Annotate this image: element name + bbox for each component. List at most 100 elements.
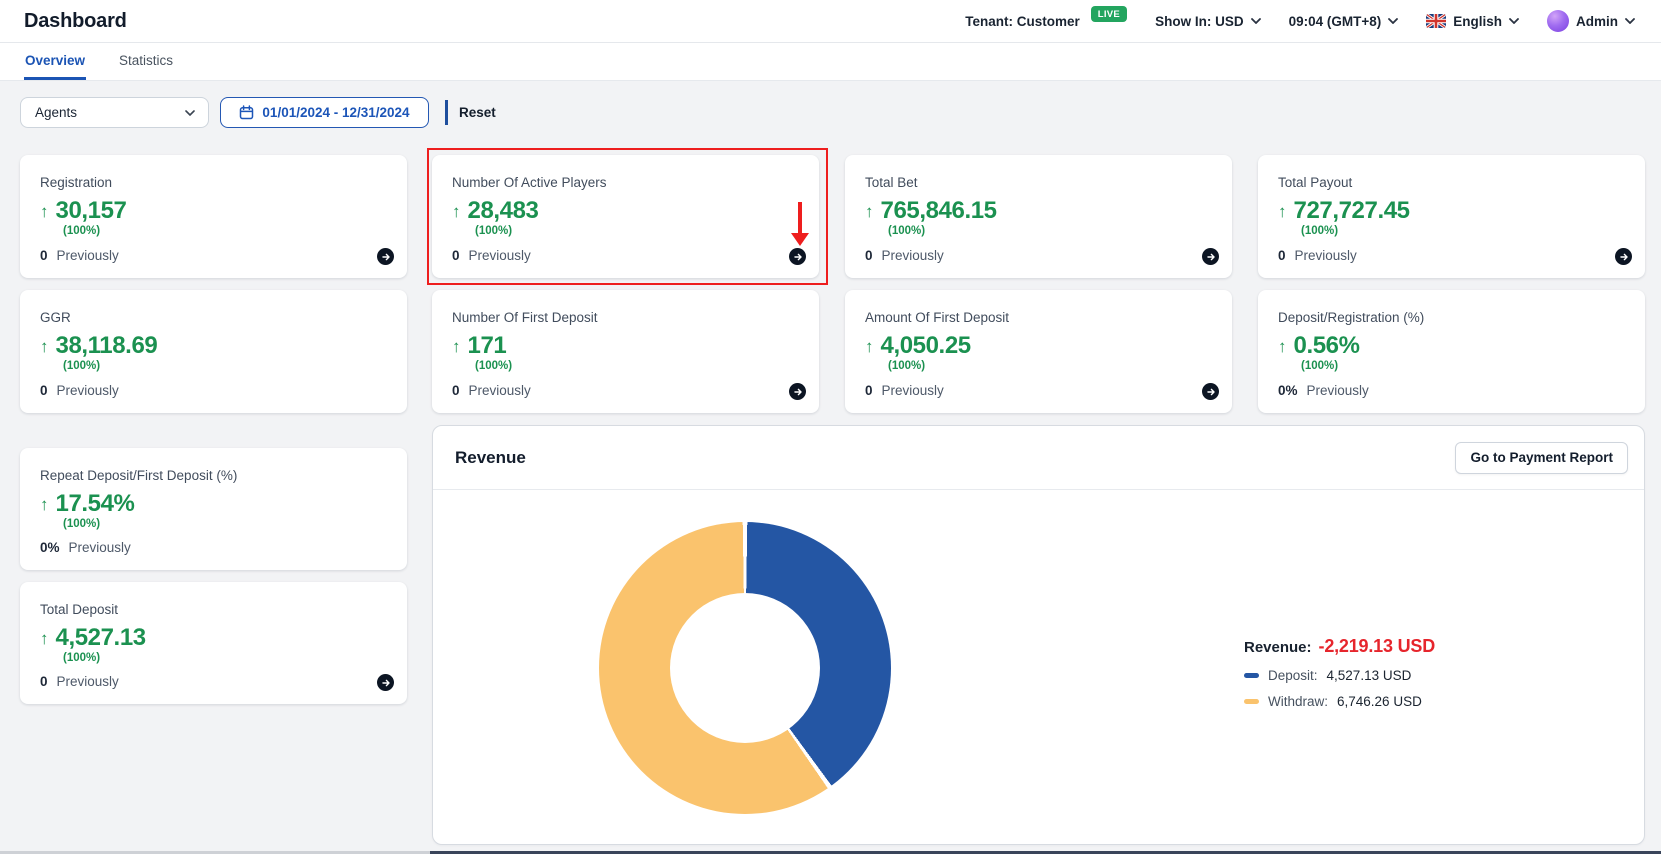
previous-label: Previously [882, 248, 944, 263]
stat-card-first-deposit-amount: Amount Of First Deposit ↑ 4,050.25 (100%)… [845, 290, 1232, 413]
chevron-down-icon [1625, 18, 1635, 24]
stat-card-percent: (100%) [475, 225, 799, 237]
previous-value: 0 [452, 383, 460, 398]
legend-item-deposit: Deposit: 4,527.13 USD [1244, 668, 1435, 683]
dashboard-screen: Dashboard Tenant: Customer LIVE Show In:… [0, 0, 1661, 854]
stat-card-percent: (100%) [1301, 360, 1625, 372]
card-detail-arrow-icon[interactable] [1202, 248, 1219, 265]
stat-card-ggr: GGR ↑38,118.69 (100%) 0Previously [20, 290, 407, 413]
stat-card-value: 28,483 [468, 199, 539, 223]
stat-card-title: Deposit/Registration (%) [1278, 310, 1625, 325]
trend-up-icon: ↑ [1278, 203, 1287, 220]
stat-card-title: Amount Of First Deposit [865, 310, 1212, 325]
user-menu[interactable]: Admin [1547, 10, 1635, 32]
revenue-total-label: Revenue: [1244, 639, 1312, 656]
uk-flag-icon [1426, 14, 1446, 28]
legend-item-withdraw: Withdraw: 6,746.26 USD [1244, 694, 1435, 709]
previous-value: 0 [1278, 248, 1286, 263]
trend-up-icon: ↑ [1278, 338, 1287, 355]
stat-card-title: Total Deposit [40, 602, 387, 617]
stat-card-title: Number Of Active Players [452, 175, 799, 190]
chevron-down-icon [185, 110, 195, 116]
stat-card-value: 4,050.25 [881, 334, 971, 358]
previous-value: 0 [40, 248, 48, 263]
stat-card-value: 0.56% [1294, 334, 1360, 358]
revenue-total: Revenue: -2,219.13 USD [1244, 636, 1435, 657]
stat-card-deposit-registration-ratio: Deposit/Registration (%) ↑0.56% (100%) 0… [1258, 290, 1645, 413]
calendar-icon [239, 105, 254, 120]
card-detail-arrow-icon[interactable] [377, 248, 394, 265]
stat-card-value: 38,118.69 [56, 334, 158, 358]
stat-card-title: GGR [40, 310, 387, 325]
card-detail-arrow-icon[interactable] [1202, 383, 1219, 400]
previous-value: 0 [452, 248, 460, 263]
revenue-panel: Revenue Go to Payment Report Revenue: -2… [432, 425, 1645, 845]
card-detail-arrow-icon[interactable] [1615, 248, 1632, 265]
legend-value: 4,527.13 USD [1327, 668, 1412, 683]
chevron-down-icon [1509, 18, 1519, 24]
timezone-label: 09:04 (GMT+8) [1289, 14, 1382, 29]
stat-card-value: 30,157 [56, 199, 127, 223]
card-detail-arrow-icon[interactable] [789, 248, 806, 265]
reset-button[interactable]: Reset [459, 97, 496, 128]
stat-card-registration: Registration ↑30,157 (100%) 0Previously [20, 155, 407, 278]
legend-value: 6,746.26 USD [1337, 694, 1422, 709]
stat-card-repeat-deposit-ratio: Repeat Deposit/First Deposit (%) ↑17.54%… [20, 448, 407, 570]
tenant-label: Tenant: Customer [965, 14, 1080, 29]
user-name: Admin [1576, 14, 1618, 29]
revenue-panel-header: Revenue Go to Payment Report [433, 426, 1644, 490]
app-header: Dashboard Tenant: Customer LIVE Show In:… [0, 0, 1661, 43]
go-to-payment-report-button[interactable]: Go to Payment Report [1455, 442, 1628, 474]
donut-hole [670, 593, 820, 743]
tab-statistics[interactable]: Statistics [118, 43, 174, 80]
trend-up-icon: ↑ [40, 496, 49, 513]
stat-card-active-players: Number Of Active Players ↑28,483 (100%) … [432, 155, 819, 278]
previous-label: Previously [57, 674, 119, 689]
trend-up-icon: ↑ [40, 630, 49, 647]
trend-up-icon: ↑ [865, 203, 874, 220]
date-range-value: 01/01/2024 - 12/31/2024 [262, 105, 409, 120]
trend-up-icon: ↑ [865, 338, 874, 355]
date-range-button[interactable]: 01/01/2024 - 12/31/2024 [220, 97, 429, 128]
card-detail-arrow-icon[interactable] [789, 383, 806, 400]
timezone-dropdown[interactable]: 09:04 (GMT+8) [1289, 14, 1399, 29]
withdraw-legend-marker [1244, 699, 1259, 704]
stat-card-percent: (100%) [475, 360, 799, 372]
filter-divider [445, 100, 448, 125]
chevron-down-icon [1251, 18, 1261, 24]
stat-card-title: Registration [40, 175, 387, 190]
previous-value: 0 [865, 383, 873, 398]
previous-label: Previously [882, 383, 944, 398]
currency-dropdown[interactable]: Show In: USD [1155, 14, 1261, 29]
stat-card-total-bet: Total Bet ↑765,846.15 (100%) 0Previously [845, 155, 1232, 278]
revenue-total-value: -2,219.13 USD [1319, 636, 1435, 657]
stat-card-value: 727,727.45 [1294, 199, 1410, 223]
stat-card-percent: (100%) [63, 518, 387, 530]
legend-label: Withdraw: [1268, 694, 1328, 709]
stat-card-percent: (100%) [63, 652, 387, 664]
stat-card-percent: (100%) [888, 225, 1212, 237]
previous-value: 0 [865, 248, 873, 263]
legend-label: Deposit: [1268, 668, 1318, 683]
card-detail-arrow-icon[interactable] [377, 674, 394, 691]
previous-label: Previously [57, 248, 119, 263]
stat-card-title: Total Payout [1278, 175, 1625, 190]
previous-value: 0% [40, 540, 60, 555]
currency-dropdown-label: Show In: USD [1155, 14, 1244, 29]
tab-bar: Overview Statistics [0, 43, 1661, 81]
revenue-legend: Revenue: -2,219.13 USD Deposit: 4,527.13… [1244, 636, 1435, 709]
stat-card-title: Total Bet [865, 175, 1212, 190]
stat-card-value: 4,527.13 [56, 626, 146, 650]
agents-select[interactable]: Agents [20, 97, 209, 128]
trend-up-icon: ↑ [452, 338, 461, 355]
previous-label: Previously [1307, 383, 1369, 398]
language-dropdown[interactable]: English [1426, 14, 1519, 29]
avatar [1547, 10, 1569, 32]
header-controls: Tenant: Customer LIVE Show In: USD 09:04… [965, 10, 1635, 32]
tab-overview[interactable]: Overview [24, 43, 86, 80]
trend-up-icon: ↑ [40, 203, 49, 220]
stat-card-first-deposit-count: Number Of First Deposit ↑171 (100%) 0Pre… [432, 290, 819, 413]
stat-card-value: 171 [468, 334, 507, 358]
stat-card-title: Number Of First Deposit [452, 310, 799, 325]
stat-card-percent: (100%) [888, 360, 1212, 372]
